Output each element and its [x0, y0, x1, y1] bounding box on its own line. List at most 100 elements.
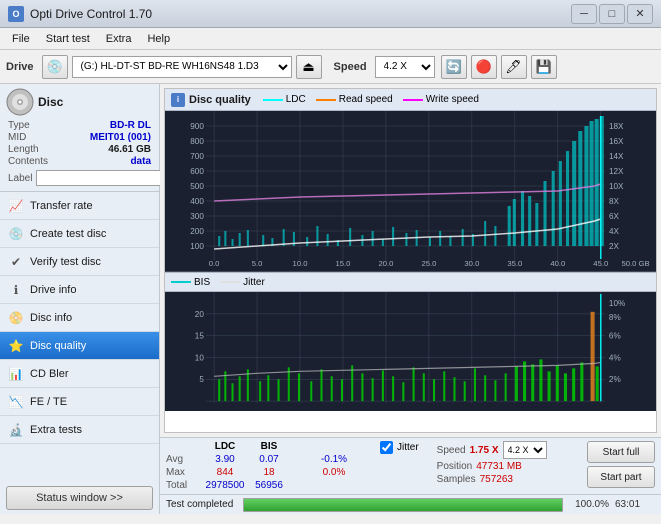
disc-mid-label: MID [8, 132, 26, 143]
disc-contents-row: Contents data [6, 156, 153, 167]
sidebar-item-drive-info[interactable]: ℹ Drive info [0, 276, 159, 304]
jitter-label: Jitter [397, 442, 419, 453]
svg-text:16X: 16X [609, 137, 624, 146]
svg-text:100: 100 [190, 242, 204, 251]
svg-text:900: 900 [190, 122, 204, 131]
total-ldc: 2978500 [204, 480, 246, 491]
settings-button2[interactable]: 🖊 [501, 55, 527, 79]
svg-text:30.0: 30.0 [464, 259, 479, 268]
position-label: Position [437, 461, 473, 472]
drive-icon-btn[interactable]: 💿 [42, 55, 68, 79]
sidebar-item-extra-tests[interactable]: 🔬 Extra tests [0, 416, 159, 444]
status-window-button[interactable]: Status window >> [6, 486, 153, 510]
chart-container: i Disc quality LDC Read speed Write spee… [164, 88, 657, 433]
svg-text:20.0: 20.0 [378, 259, 393, 268]
disc-length-row: Length 46.61 GB [6, 144, 153, 155]
maximize-button[interactable]: □ [599, 4, 625, 24]
disc-info-label: Disc info [30, 312, 72, 324]
svg-text:4%: 4% [609, 354, 621, 363]
svg-text:35.0: 35.0 [507, 259, 522, 268]
svg-text:200: 200 [190, 227, 204, 236]
svg-text:600: 600 [190, 167, 204, 176]
disc-quality-icon: ⭐ [8, 338, 24, 354]
menu-help[interactable]: Help [139, 31, 178, 47]
svg-text:25.0: 25.0 [421, 259, 436, 268]
disc-contents-value: data [130, 156, 151, 167]
disc-type-row: Type BD-R DL [6, 120, 153, 131]
sidebar-item-cd-bler[interactable]: 📊 CD Bler [0, 360, 159, 388]
minimize-button[interactable]: ─ [571, 4, 597, 24]
avg-ldc: 3.90 [204, 454, 246, 465]
progress-bar-fill [244, 499, 562, 511]
transfer-rate-label: Transfer rate [30, 200, 93, 212]
svg-text:500: 500 [190, 182, 204, 191]
svg-text:40.0: 40.0 [550, 259, 565, 268]
svg-text:5.0: 5.0 [252, 259, 263, 268]
svg-text:14X: 14X [609, 152, 624, 161]
fe-te-label: FE / TE [30, 396, 67, 408]
svg-text:2X: 2X [609, 242, 620, 251]
sidebar-item-fe-te[interactable]: 📉 FE / TE [0, 388, 159, 416]
menu-start-test[interactable]: Start test [38, 31, 98, 47]
main-content: Disc Type BD-R DL MID MEIT01 (001) Lengt… [0, 84, 661, 514]
refresh-button[interactable]: 🔄 [441, 55, 467, 79]
chart-header: i Disc quality LDC Read speed Write spee… [165, 89, 656, 111]
menu-extra[interactable]: Extra [98, 31, 140, 47]
legend-ldc-label: LDC [286, 94, 306, 105]
legend-jitter-color [220, 281, 240, 283]
title-bar: O Opti Drive Control 1.70 ─ □ ✕ [0, 0, 661, 28]
sidebar-item-disc-quality[interactable]: ⭐ Disc quality [0, 332, 159, 360]
svg-text:10X: 10X [609, 182, 624, 191]
disc-mid-row: MID MEIT01 (001) [6, 132, 153, 143]
sidebar-item-disc-info[interactable]: 📀 Disc info [0, 304, 159, 332]
start-full-button[interactable]: Start full [587, 441, 655, 463]
svg-text:10%: 10% [609, 299, 625, 308]
jitter-checkbox[interactable] [380, 441, 393, 454]
samples-value: 757263 [480, 474, 513, 485]
legend-jitter: Jitter [220, 277, 265, 288]
title-bar-left: O Opti Drive Control 1.70 [8, 6, 152, 22]
sidebar-item-transfer-rate[interactable]: 📈 Transfer rate [0, 192, 159, 220]
position-value: 47731 MB [476, 461, 522, 472]
drive-select[interactable]: (G:) HL-DT-ST BD-RE WH16NS48 1.D3 [72, 56, 292, 78]
settings-button1[interactable]: 🔴 [471, 55, 497, 79]
col-jitter-space [304, 441, 364, 452]
sidebar-item-verify-test-disc[interactable]: ✔ Verify test disc [0, 248, 159, 276]
progress-time: 63:01 [615, 499, 655, 510]
disc-label-input[interactable] [36, 170, 174, 186]
total-label: Total [166, 480, 202, 491]
speed-stat-select[interactable]: 4.2 X [503, 441, 547, 459]
svg-text:800: 800 [190, 137, 204, 146]
max-bis: 18 [248, 467, 290, 478]
close-button[interactable]: ✕ [627, 4, 653, 24]
save-button[interactable]: 💾 [531, 55, 557, 79]
svg-text:20: 20 [195, 310, 205, 319]
progress-bar-container [243, 498, 563, 512]
speed-select[interactable]: 4.2 X [375, 56, 435, 78]
speed-stat-label: Speed [437, 445, 466, 456]
disc-label-label: Label [8, 173, 32, 184]
verify-test-disc-label: Verify test disc [30, 256, 101, 268]
start-part-button[interactable]: Start part [587, 466, 655, 488]
disc-label-row: Label ★ [6, 169, 153, 187]
eject-button[interactable]: ⏏ [296, 55, 322, 79]
disc-type-value: BD-R DL [110, 120, 151, 131]
speed-stat-value: 1.75 X [470, 445, 499, 456]
svg-text:45.0: 45.0 [593, 259, 608, 268]
col-ldc-header: LDC [204, 441, 246, 452]
progress-area: Test completed 100.0% 63:01 [160, 494, 661, 514]
window-controls: ─ □ ✕ [571, 4, 653, 24]
extra-tests-label: Extra tests [30, 424, 82, 436]
svg-text:8%: 8% [609, 313, 621, 322]
svg-text:2%: 2% [609, 375, 621, 384]
legend-ldc-color [263, 99, 283, 101]
svg-text:700: 700 [190, 152, 204, 161]
disc-mid-value: MEIT01 (001) [90, 132, 151, 143]
svg-text:4X: 4X [609, 227, 620, 236]
action-buttons: Start full Start part [587, 441, 655, 488]
menu-file[interactable]: File [4, 31, 38, 47]
cd-bler-icon: 📊 [8, 366, 24, 382]
extra-tests-icon: 🔬 [8, 422, 24, 438]
verify-test-disc-icon: ✔ [8, 254, 24, 270]
sidebar-item-create-test-disc[interactable]: 💿 Create test disc [0, 220, 159, 248]
